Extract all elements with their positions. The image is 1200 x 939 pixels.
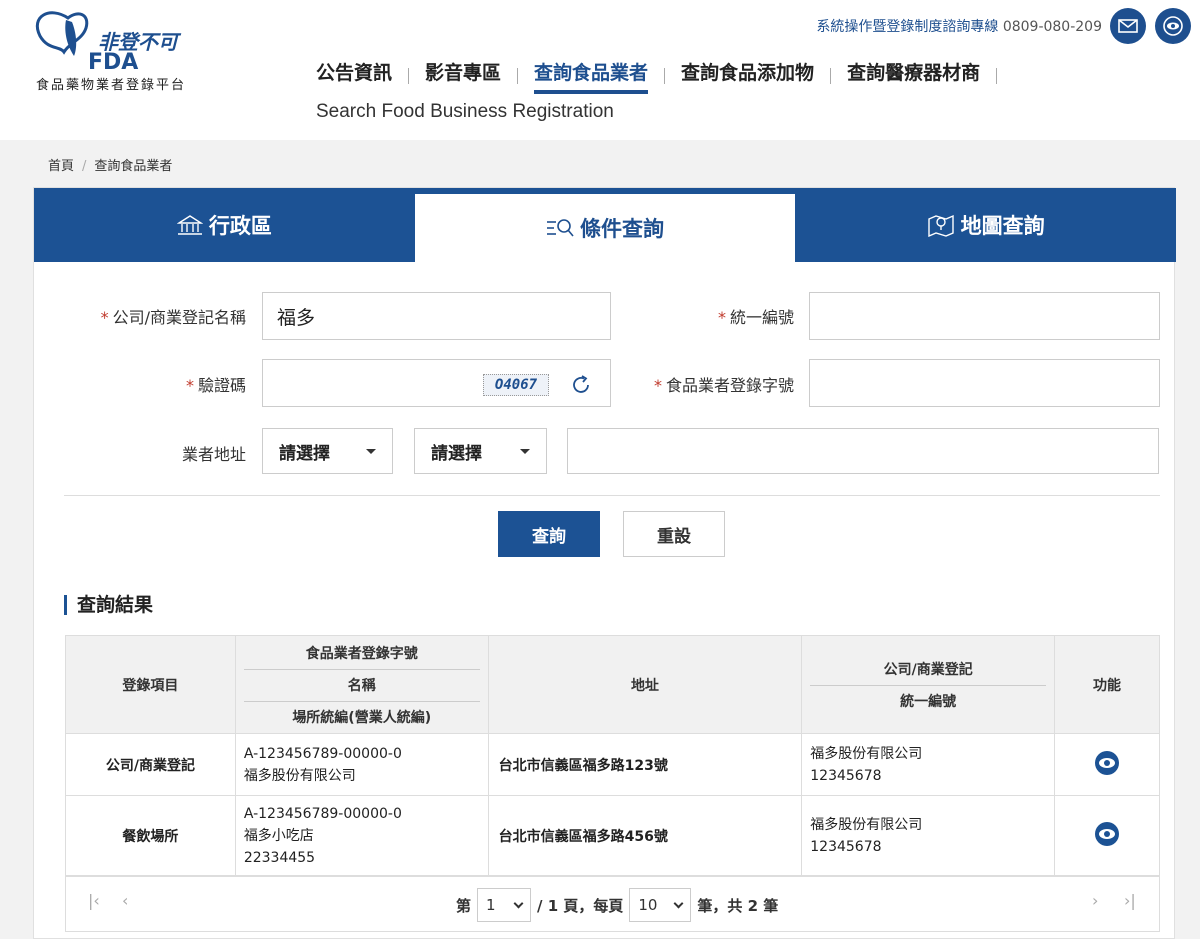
nav-announcements[interactable]: 公告資訊 — [316, 58, 392, 94]
table-header-row: 登錄項目 食品業者登錄字號 名稱 場所統編(營業人統編) 地址 公司/商業登記 … — [65, 635, 1160, 734]
breadcrumb-current: 查詢食品業者 — [94, 159, 173, 174]
nav-media[interactable]: 影音專區 — [425, 58, 501, 94]
company-name-input[interactable]: 福多 — [262, 292, 611, 340]
row-actions — [1054, 733, 1160, 796]
row-actions — [1054, 795, 1160, 876]
row-address: 台北市信義區福多路123號 — [487, 733, 803, 796]
page-prefix: 第 — [456, 896, 472, 915]
tab-map-label: 地圖查詢 — [960, 214, 1045, 238]
captcha-image: O4067 — [483, 374, 549, 396]
accessibility-button[interactable] — [1155, 8, 1191, 44]
header-type: 登錄項目 — [65, 635, 236, 734]
header-actions: 功能 — [1054, 635, 1160, 734]
tab-map[interactable]: 地圖查詢 — [795, 188, 1176, 262]
hotline-label: 系統操作暨登錄制度諮詢專線 — [816, 19, 999, 35]
map-pin-icon — [927, 214, 954, 237]
caret-down-icon — [520, 448, 530, 454]
mail-button[interactable] — [1110, 8, 1146, 44]
district-select[interactable]: 請選擇 — [414, 428, 547, 474]
table-row: 公司/商業登記 A-123456789-00000-0 福多股份有限公司 台北市… — [65, 733, 1160, 796]
next-page-icon[interactable]: › — [1092, 891, 1098, 910]
nav-divider — [517, 68, 519, 84]
view-eye-icon[interactable] — [1094, 821, 1120, 847]
district-select-value: 請選擇 — [431, 443, 482, 464]
refresh-captcha-button[interactable] — [569, 373, 593, 397]
eye-icon — [1163, 16, 1183, 36]
per-page-value: 10 — [638, 896, 658, 914]
nav-food-additives[interactable]: 查詢食品添加物 — [681, 58, 814, 94]
captcha-input[interactable] — [262, 359, 611, 407]
row-registration: A-123456789-00000-0 福多股份有限公司 — [234, 733, 489, 796]
last-page-icon[interactable]: ›| — [1124, 891, 1136, 910]
search-tabs: 行政區 條件查詢 地圖查詢 — [34, 188, 1176, 262]
main-nav: 公告資訊 影音專區 查詢食品業者 查詢食品添加物 查詢醫療器材商 — [316, 58, 1013, 94]
food-reg-input[interactable] — [809, 359, 1160, 407]
results-title: 查詢結果 — [64, 595, 153, 615]
tax-id-label: * 統一編號 — [717, 308, 794, 327]
food-reg-label: * 食品業者登錄字號 — [653, 376, 794, 395]
chevron-down-icon — [673, 898, 684, 908]
row-address: 台北市信義區福多路456號 — [487, 795, 803, 876]
page-controls: 第 1 / 1 頁，每頁 10 筆，共 2 筆 — [456, 888, 778, 922]
row-registration: A-123456789-00000-0 福多小吃店 22334455 — [234, 795, 489, 876]
search-card: 行政區 條件查詢 地圖查詢 * 公司/商業登記名稱 福多 * 統一編號 * 驗證碼 — [33, 187, 1176, 939]
city-select-value: 請選擇 — [279, 443, 330, 464]
hotline-number: 0809-080-209 — [1002, 19, 1102, 35]
nav-medical-devices[interactable]: 查詢醫療器材商 — [847, 58, 980, 94]
mail-icon — [1118, 19, 1138, 33]
search-button[interactable]: 查詢 — [498, 511, 600, 557]
first-page-icon[interactable]: |‹ — [88, 891, 100, 910]
total-count-text: 筆，共 2 筆 — [697, 896, 779, 915]
tab-conditions-label: 條件查詢 — [580, 217, 664, 241]
site-header: 非登不可 FDA 食品藥物業者登錄平台 系統操作暨登錄制度諮詢專線 0809-0… — [0, 0, 1200, 140]
address-input[interactable] — [567, 428, 1159, 474]
results-table: 登錄項目 食品業者登錄字號 名稱 場所統編(營業人統編) 地址 公司/商業登記 … — [65, 635, 1160, 876]
building-icon — [176, 215, 203, 235]
logo-subtitle: 食品藥物業者登錄平台 — [36, 78, 187, 93]
tab-district[interactable]: 行政區 — [34, 188, 415, 262]
city-select[interactable]: 請選擇 — [262, 428, 393, 474]
refresh-icon — [573, 375, 589, 393]
address-label: 業者地址 — [181, 445, 246, 464]
prev-page-icon[interactable]: ‹ — [122, 891, 128, 910]
nav-divider — [664, 68, 666, 84]
view-eye-icon[interactable] — [1094, 750, 1120, 776]
page-select[interactable]: 1 — [477, 888, 532, 922]
hotline: 系統操作暨登錄制度諮詢專線 0809-080-209 — [816, 16, 1102, 36]
per-page-select[interactable]: 10 — [629, 888, 692, 922]
row-company: 福多股份有限公司 12345678 — [801, 733, 1056, 796]
search-list-icon — [547, 219, 574, 237]
table-row: 餐飲場所 A-123456789-00000-0 福多小吃店 22334455 … — [65, 795, 1160, 876]
row-type: 餐飲場所 — [65, 795, 236, 876]
company-name-label: * 公司/商業登記名稱 — [100, 308, 246, 327]
nav-divider — [830, 68, 832, 84]
header-company: 公司/商業登記 統一編號 — [801, 635, 1056, 734]
captcha-label: * 驗證碼 — [185, 376, 246, 395]
pagination: |‹ ‹ 第 1 / 1 頁，每頁 10 筆，共 2 筆 › ›| — [65, 876, 1160, 932]
breadcrumb: 首頁 / 查詢食品業者 — [48, 159, 173, 174]
total-pages-text: / 1 頁，每頁 — [537, 896, 624, 915]
header-address: 地址 — [487, 635, 803, 734]
nav-divider — [996, 68, 998, 84]
page-subtitle: Search Food Business Registration — [316, 101, 614, 122]
tab-conditions[interactable]: 條件查詢 — [414, 194, 796, 262]
nav-food-business[interactable]: 查詢食品業者 — [534, 58, 649, 94]
caret-down-icon — [366, 448, 376, 454]
form-divider — [64, 495, 1160, 496]
chevron-down-icon — [513, 898, 524, 908]
reset-button[interactable]: 重設 — [623, 511, 725, 557]
row-type: 公司/商業登記 — [65, 733, 236, 796]
row-company: 福多股份有限公司 12345678 — [801, 795, 1056, 876]
tab-district-label: 行政區 — [208, 214, 272, 238]
nav-divider — [408, 68, 410, 84]
fda-text: FDA — [88, 50, 139, 75]
breadcrumb-home[interactable]: 首頁 — [48, 159, 74, 174]
tax-id-input[interactable] — [809, 292, 1160, 340]
header-registration: 食品業者登錄字號 名稱 場所統編(營業人統編) — [234, 635, 489, 734]
page-select-value: 1 — [486, 896, 496, 914]
